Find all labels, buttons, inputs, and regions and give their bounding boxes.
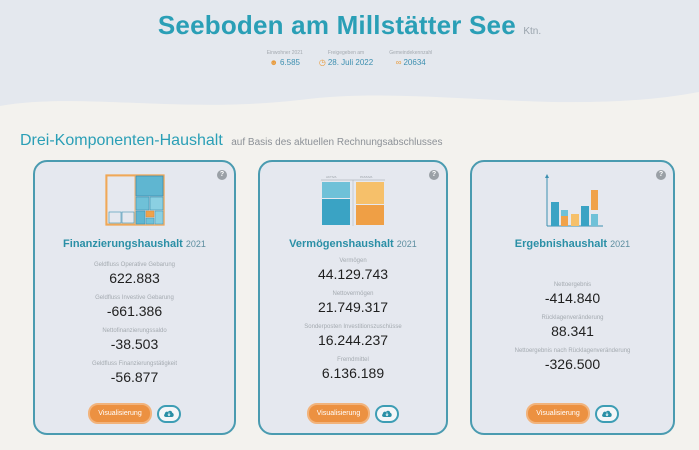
visualize-button[interactable]: Visualisierung xyxy=(88,403,152,424)
meta-label: Freigegeben am xyxy=(327,50,365,56)
value-label: Nettofinanzierungssaldo xyxy=(102,328,167,334)
value-number: 622.883 xyxy=(109,270,160,286)
meta-release-date: Freigegeben am ◷ 28. Juli 2022 xyxy=(319,50,373,67)
svg-text:AKTIVA: AKTIVA xyxy=(326,175,336,179)
card-ergebnishaushalt: ? Ergebnishaushalt 2021 Nettoergebnis -4… xyxy=(470,160,675,435)
card-values: Vermögen 44.129.743 Nettovermögen 21.749… xyxy=(260,258,446,390)
value-label: Nettovermögen xyxy=(332,291,374,297)
svg-text:PASSIVA: PASSIVA xyxy=(360,175,372,179)
meta-value: ◷ 28. Juli 2022 xyxy=(318,58,374,67)
bar-chart-icon xyxy=(544,174,603,227)
meta-value: ☻ 6.585 xyxy=(269,58,300,67)
meta-label: Gemeindekennzahl xyxy=(389,50,433,56)
visualize-button[interactable]: Visualisierung xyxy=(306,403,371,424)
section-heading: Drei-Komponenten-Haushalt xyxy=(20,132,223,149)
value-label: Sonderposten Investitionszuschüsse xyxy=(304,324,402,330)
header-wave xyxy=(0,78,699,118)
value-label: Geldfluss Operative Gebarung xyxy=(93,262,176,268)
value-label: Geldfluss Investive Gebarung xyxy=(95,295,174,301)
card-title: Finanzierungshaushalt 2021 xyxy=(63,238,206,250)
section-subheading: auf Basis des aktuellen Rechnungsabschlu… xyxy=(231,137,443,148)
value-number: -414.840 xyxy=(544,290,601,306)
meta-municipality-code: Gemeindekennzahl ∞ 20634 xyxy=(389,50,432,67)
card-values: Geldfluss Operative Gebarung 622.883 Gel… xyxy=(35,262,234,394)
value-label: Geldfluss Finanzierungstätigkeit xyxy=(91,361,178,367)
value-number: 16.244.237 xyxy=(317,332,389,348)
card-values: Nettoergebnis -414.840 Rücklagenveränder… xyxy=(472,282,673,381)
value-label: Rücklagenveränderung xyxy=(541,315,604,321)
page-header: Seeboden am Millstätter See Ktn. xyxy=(0,10,699,41)
cloud-download-icon xyxy=(163,410,174,417)
value-number: -38.503 xyxy=(110,336,159,352)
cloud-download-button[interactable] xyxy=(375,404,400,423)
value-label: Nettoergebnis nach Rücklagenveränderung xyxy=(514,348,631,354)
help-icon[interactable]: ? xyxy=(656,170,666,180)
page-title: Seeboden am Millstätter See xyxy=(157,10,516,40)
cloud-download-button[interactable] xyxy=(594,404,619,423)
meta-value: ∞ 20634 xyxy=(395,58,426,67)
card-vermoegenshaushalt: ? AKTIVA PASSIVA Vermögenshaushalt 2021 … xyxy=(258,160,448,435)
value-number: 88.341 xyxy=(551,323,594,339)
people-icon: ☻ xyxy=(269,58,278,67)
value-number: 44.129.743 xyxy=(317,266,389,282)
value-number: -326.500 xyxy=(544,356,601,372)
card-actions: Visualisierung xyxy=(472,403,673,424)
meta-population: Einwohner 2021 ☻ 6.585 xyxy=(267,50,303,67)
cloud-download-button[interactable] xyxy=(156,404,181,423)
visualize-button[interactable]: Visualisierung xyxy=(526,403,590,424)
value-label: Fremdmittel xyxy=(337,357,369,363)
cloud-download-icon xyxy=(601,410,612,417)
section-title: Drei-Komponenten-Haushalt auf Basis des … xyxy=(20,132,442,150)
header-meta: Einwohner 2021 ☻ 6.585 Freigegeben am ◷ 28… xyxy=(0,50,699,67)
clock-icon: ◷ xyxy=(318,58,326,67)
card-finanzierungshaushalt: ? Finanzierungshaushalt 2021 Geldfluss O… xyxy=(33,160,236,435)
meta-label: Einwohner 2021 xyxy=(266,50,303,56)
help-icon[interactable]: ? xyxy=(217,170,227,180)
id-icon: ∞ xyxy=(395,58,402,67)
value-number: 21.749.317 xyxy=(317,299,389,315)
balance-sheet-icon: AKTIVA PASSIVA xyxy=(321,175,385,226)
cloud-download-icon xyxy=(382,410,392,417)
value-label: Nettoergebnis xyxy=(553,282,592,288)
value-label: Vermögen xyxy=(339,258,367,264)
treemap-icon xyxy=(104,174,165,226)
value-number: 6.136.189 xyxy=(321,365,385,381)
value-number: -56.877 xyxy=(110,369,159,385)
card-title: Ergebnishaushalt 2021 xyxy=(514,238,631,250)
help-icon[interactable]: ? xyxy=(429,170,439,180)
value-number: -661.386 xyxy=(106,303,163,319)
card-title: Vermögenshaushalt 2021 xyxy=(289,238,417,250)
card-actions: Visualisierung xyxy=(35,403,234,424)
card-actions: Visualisierung xyxy=(260,403,446,424)
page-title-suffix: Ktn. xyxy=(523,26,542,37)
